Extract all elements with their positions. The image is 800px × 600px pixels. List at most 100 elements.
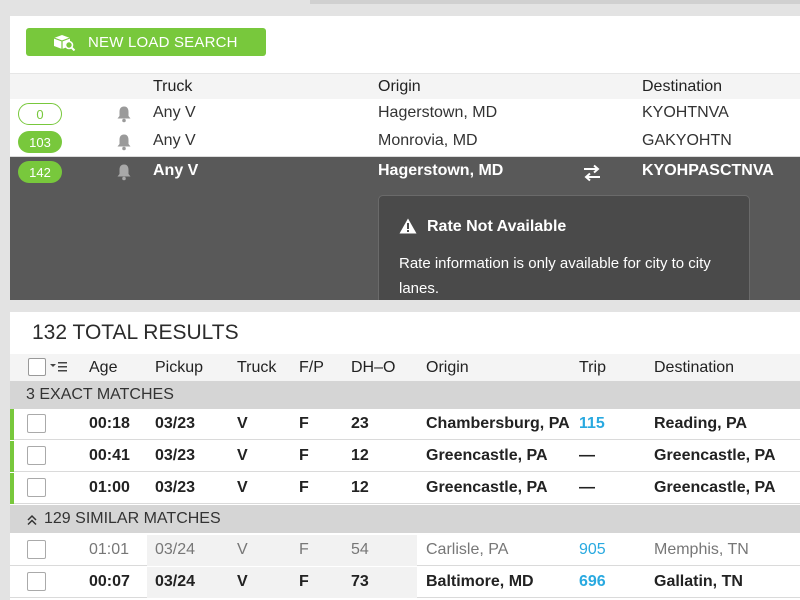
table-row[interactable]: 01:01 03/24 V F 54 Carlisle, PA 905 Memp… [10,535,800,566]
trip-cell[interactable]: 696 [579,573,606,591]
truck-search-icon [53,35,76,51]
pickup-cell: 03/23 [155,415,196,432]
dho-cell: 12 [351,447,369,464]
result-count-badge[interactable]: 0 [18,103,62,125]
match-accent [10,441,14,472]
row-checkbox[interactable] [27,446,46,465]
col-trip[interactable]: Trip [579,359,606,377]
swap-arrows-icon[interactable] [582,164,602,182]
origin-cell: Monrovia, MD [378,132,478,149]
row-checkbox[interactable] [27,540,46,559]
origin-cell: Baltimore, MD [426,573,534,590]
trip-cell: — [579,479,595,496]
destination-cell: GAKYOHTN [642,132,732,149]
top-strip [0,0,800,8]
rate-not-available-box: Rate Not Available Rate information is o… [378,195,750,300]
origin-cell: Carlisle, PA [426,541,509,558]
truck-cell: V [237,447,248,464]
col-destination: Destination [642,78,723,95]
search-row-details: Rate Not Available Rate information is o… [10,187,800,300]
search-row[interactable]: 103 Any V Monrovia, MD GAKYOHTN [10,127,800,157]
origin-cell: Greencastle, PA [426,447,548,464]
col-dho[interactable]: DH–O [351,359,395,377]
age-cell: 00:18 [89,415,130,432]
destination-cell: KYOHPASCTNVA [642,162,774,179]
bell-icon[interactable] [115,133,133,151]
origin-cell: Hagerstown, MD [378,104,498,121]
dho-cell: 73 [351,573,369,590]
truck-cell: V [237,541,248,558]
col-truck: Truck [153,78,193,95]
similar-matches-label: 129 SIMILAR MATCHES [44,510,221,527]
fp-cell: F [299,415,309,432]
similar-matches-group[interactable]: 129 SIMILAR MATCHES [10,505,800,533]
row-checkbox[interactable] [27,572,46,591]
truck-cell: Any V [153,132,196,149]
results-table-header: Age Pickup Truck F/P DH–O Origin Trip De… [10,354,800,381]
col-age[interactable]: Age [89,359,117,377]
col-destination[interactable]: Destination [654,359,734,377]
trip-cell[interactable]: 905 [579,541,606,559]
destination-cell: Gallatin, TN [654,573,743,590]
exact-matches-label: 3 EXACT MATCHES [26,386,174,403]
row-checkbox[interactable] [27,414,46,433]
result-count-badge[interactable]: 142 [18,161,62,183]
rate-text: Rate information is only available for c… [399,255,711,297]
search-row-active[interactable]: 142 Any V Hagerstown, MD KYOHPASCTNVA [10,157,800,187]
pickup-cell: 03/23 [155,447,196,464]
search-row[interactable]: 0 Any V Hagerstown, MD KYOHTNVA [10,99,800,129]
fp-cell: F [299,447,309,464]
trip-cell[interactable]: 115 [579,415,605,433]
destination-cell: Greencastle, PA [654,447,776,464]
search-panel: NEW LOAD SEARCH Truck Origin Destination… [10,16,800,300]
truck-cell: V [237,415,248,432]
truck-cell: V [237,573,248,590]
sort-menu-icon[interactable] [50,361,68,373]
col-fp[interactable]: F/P [299,359,324,377]
results-panel: 132 TOTAL RESULTS Age Pickup Truck F/P D… [10,312,800,600]
age-cell: 01:00 [89,479,130,496]
destination-cell: Greencastle, PA [654,479,776,496]
age-cell: 00:07 [89,573,130,590]
search-table-header: Truck Origin Destination [10,73,800,99]
tab-indicator [310,0,800,4]
destination-cell: KYOHTNVA [642,104,729,121]
origin-cell: Chambersburg, PA [426,415,570,432]
pickup-cell: 03/24 [155,573,196,590]
col-pickup[interactable]: Pickup [155,359,203,377]
age-cell: 00:41 [89,447,130,464]
trip-cell: — [579,447,595,464]
fp-cell: F [299,479,309,496]
double-chevron-up-icon[interactable] [26,514,38,526]
exact-matches-group[interactable]: 3 EXACT MATCHES [10,381,800,409]
select-all-checkbox[interactable] [28,358,46,376]
dho-cell: 23 [351,415,369,432]
fp-cell: F [299,541,309,558]
truck-cell: Any V [153,104,196,121]
result-count-badge[interactable]: 103 [18,131,62,153]
pickup-cell: 03/24 [155,541,196,558]
new-load-search-button[interactable]: NEW LOAD SEARCH [26,28,266,56]
match-accent [10,473,14,504]
new-load-search-label: NEW LOAD SEARCH [88,33,238,51]
warning-icon [399,218,417,234]
table-row[interactable]: 00:07 03/24 V F 73 Baltimore, MD 696 Gal… [10,567,800,598]
origin-cell: Hagerstown, MD [378,162,504,179]
age-cell: 01:01 [89,541,130,558]
rate-title: Rate Not Available [427,218,567,235]
bell-icon[interactable] [115,163,133,181]
table-row[interactable]: 00:41 03/23 V F 12 Greencastle, PA — Gre… [10,441,800,472]
destination-cell: Reading, PA [654,415,748,432]
col-truck[interactable]: Truck [237,359,276,377]
results-title: 132 TOTAL RESULTS [32,321,239,344]
bell-icon[interactable] [115,105,133,123]
origin-cell: Greencastle, PA [426,479,548,496]
destination-cell: Memphis, TN [654,541,749,558]
row-checkbox[interactable] [27,478,46,497]
truck-cell: Any V [153,162,199,179]
table-row[interactable]: 00:18 03/23 V F 23 Chambersburg, PA 115 … [10,409,800,440]
table-row[interactable]: 01:00 03/23 V F 12 Greencastle, PA — Gre… [10,473,800,504]
col-origin[interactable]: Origin [426,359,469,377]
dho-cell: 12 [351,479,369,496]
col-origin: Origin [378,78,421,95]
